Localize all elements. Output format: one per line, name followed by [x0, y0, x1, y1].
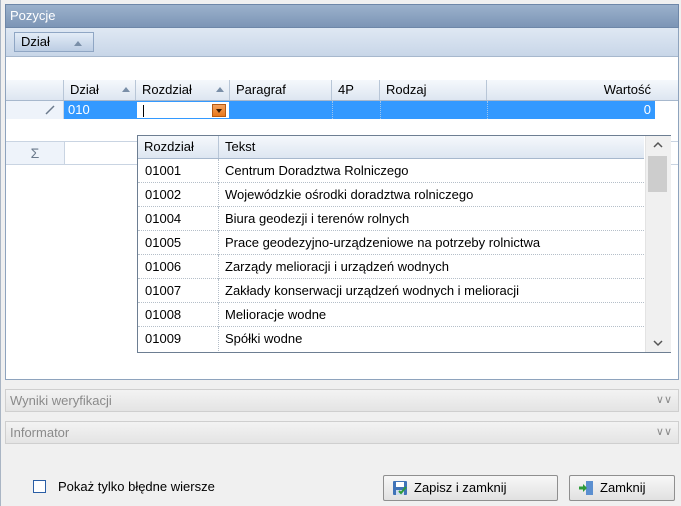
- dropdown-header-tekst: Tekst: [225, 139, 256, 154]
- close-button[interactable]: Zamknij: [569, 475, 675, 501]
- scroll-down-icon[interactable]: [646, 334, 671, 352]
- list-item[interactable]: 01009 Spółki wodne: [138, 327, 644, 351]
- table-row[interactable]: 010 0: [6, 101, 678, 119]
- chevron-double-down-icon: ∨∨: [655, 394, 672, 406]
- sort-asc-icon: [122, 87, 130, 92]
- exit-door-icon: [579, 481, 593, 495]
- section-informator[interactable]: Informator ∨∨: [5, 421, 679, 444]
- edit-pencil-icon: [45, 105, 55, 115]
- grid-column-header: Dział Rozdział Paragraf 4P Rodzaj Wartoś…: [6, 80, 678, 101]
- header-indicator: [6, 80, 64, 100]
- list-item[interactable]: 01004 Biura geodezji i terenów rolnych: [138, 207, 644, 231]
- window-title: Pozycje: [5, 4, 679, 28]
- group-chip-label: Dział: [21, 34, 50, 49]
- sort-asc-icon: [74, 41, 82, 46]
- rozdzial-dropdown-list[interactable]: Rozdział Tekst 01001 Centrum Doradztwa Ro…: [137, 135, 671, 353]
- save-and-close-button[interactable]: Zapisz i zamknij: [383, 475, 558, 501]
- pozycje-window: Pozycje Dział Dział Rozdział Paragraf 4P…: [0, 0, 681, 506]
- header-rodzaj[interactable]: Rodzaj: [380, 80, 487, 100]
- header-wartosc[interactable]: Wartość: [487, 80, 655, 100]
- sort-asc-icon: [216, 87, 224, 92]
- header-paragraf[interactable]: Paragraf: [230, 80, 332, 100]
- cell-rodzaj[interactable]: [380, 101, 487, 119]
- show-errors-only-label: Pokaż tylko błędne wiersze: [58, 479, 215, 494]
- list-item[interactable]: 01006 Zarządy melioracji i urządzeń wodny…: [138, 255, 644, 279]
- rozdzial-editor[interactable]: [136, 101, 230, 119]
- list-item[interactable]: 01002 Wojewódzkie ośrodki doradztwa rolni…: [138, 183, 644, 207]
- cell-wartosc[interactable]: 0: [487, 101, 655, 119]
- dropdown-scrollbar[interactable]: [645, 136, 671, 352]
- sigma-icon: Σ: [6, 142, 65, 164]
- list-item[interactable]: 01008 Melioracje wodne: [138, 303, 644, 327]
- header-dzial[interactable]: Dział: [64, 80, 136, 100]
- dropdown-arrow-icon[interactable]: [212, 104, 226, 117]
- section-verification-results[interactable]: Wyniki weryfikacji ∨∨: [5, 389, 679, 412]
- scroll-thumb[interactable]: [648, 156, 667, 192]
- row-indicator: [6, 101, 64, 119]
- chevron-double-down-icon: ∨∨: [655, 426, 672, 438]
- save-disk-icon: [393, 481, 407, 495]
- text-cursor: [143, 105, 144, 117]
- cell-dzial[interactable]: 010: [64, 101, 136, 119]
- scroll-up-icon[interactable]: [646, 136, 671, 154]
- list-item[interactable]: 01005 Prace geodezyjno-urządzeniowe na po…: [138, 231, 644, 255]
- cell-4p[interactable]: [332, 101, 380, 119]
- list-item[interactable]: 01001 Centrum Doradztwa Rolniczego: [138, 159, 644, 183]
- dropdown-header: Rozdział Tekst: [138, 136, 644, 159]
- show-errors-only-checkbox[interactable]: [33, 480, 46, 493]
- list-item[interactable]: 01007 Zakłady konserwacji urządzeń wodnyc…: [138, 279, 644, 303]
- header-4p[interactable]: 4P: [332, 80, 380, 100]
- group-by-panel: Dział: [6, 28, 678, 57]
- header-rozdzial[interactable]: Rozdział: [136, 80, 230, 100]
- group-chip-dzial[interactable]: Dział: [14, 32, 94, 52]
- cell-paragraf[interactable]: [230, 101, 332, 119]
- dropdown-header-rozdzial: Rozdział: [138, 136, 219, 158]
